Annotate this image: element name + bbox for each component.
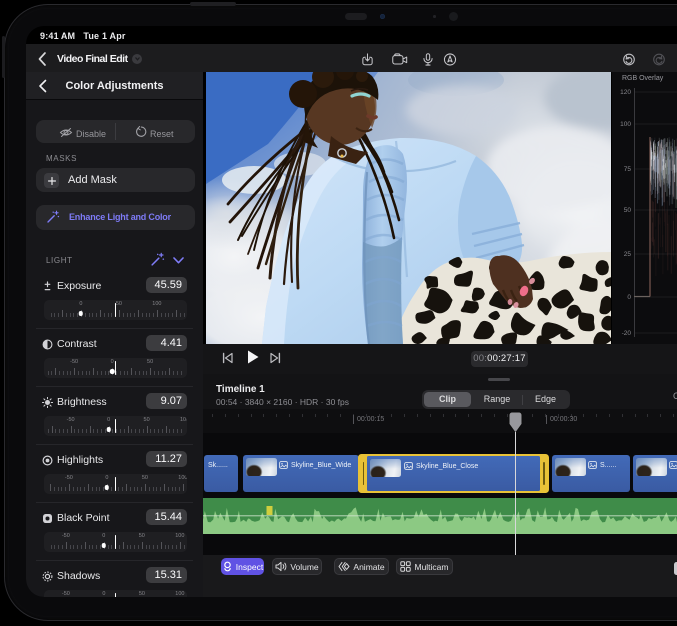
svg-text:75: 75	[624, 166, 632, 173]
svg-text:50: 50	[624, 207, 632, 214]
svg-text:-20: -20	[622, 330, 632, 337]
svg-text:0: 0	[627, 294, 631, 301]
svg-text:25: 25	[624, 251, 632, 258]
svg-text:120: 120	[620, 89, 631, 96]
svg-text:100: 100	[620, 121, 631, 128]
